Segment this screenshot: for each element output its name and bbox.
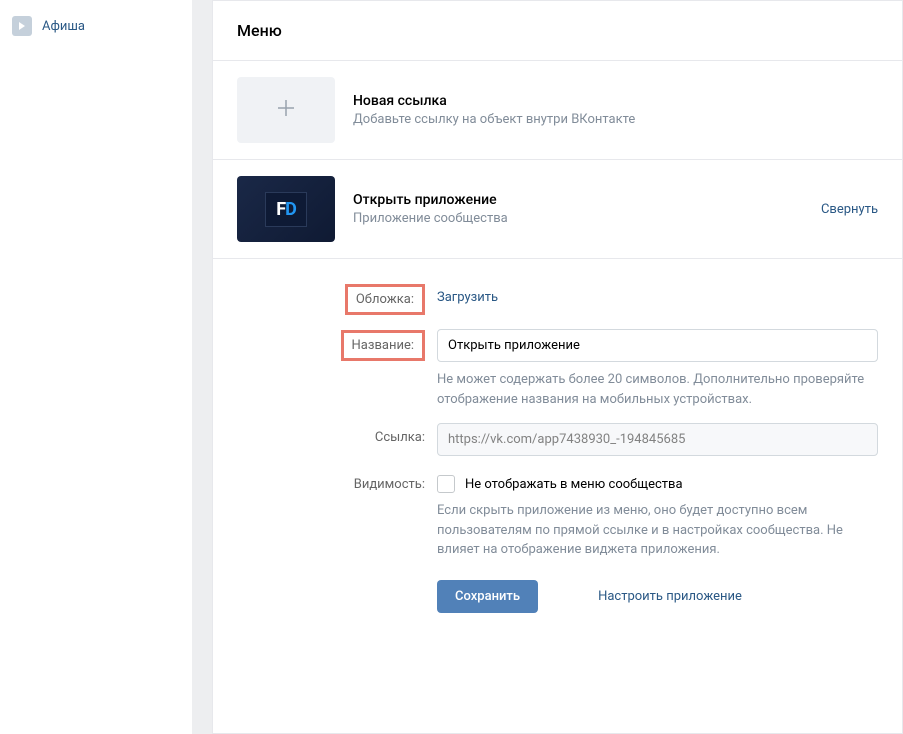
menu-item-subtitle: Приложение сообщества [353, 211, 788, 226]
form-row-visibility: Видимость: Не отображать в меню сообщест… [237, 470, 878, 560]
menu-item-subtitle: Добавьте ссылку на объект внутри ВКонтак… [353, 112, 878, 127]
cover-label: Обложка: [345, 284, 425, 315]
configure-app-link[interactable]: Настроить приложение [598, 589, 742, 604]
menu-item-app[interactable]: FD Открыть приложение Приложение сообщес… [213, 160, 902, 259]
link-label: Ссылка: [375, 430, 425, 445]
menu-item-title: Новая ссылка [353, 93, 878, 109]
sidebar: Афиша [0, 0, 192, 734]
panel-header: Меню [213, 1, 902, 61]
collapse-button[interactable]: Свернуть [806, 202, 878, 217]
app-thumbnail: FD [237, 176, 335, 242]
page-title: Меню [237, 21, 878, 40]
visibility-checkbox-label: Не отображать в меню сообщества [465, 477, 683, 492]
add-thumbnail [237, 77, 335, 143]
name-label: Название: [341, 330, 426, 361]
upload-cover-button[interactable]: Загрузить [437, 283, 498, 305]
sidebar-item-label: Афиша [42, 19, 85, 34]
play-icon [12, 16, 32, 36]
menu-item-text: Новая ссылка Добавьте ссылку на объект в… [353, 93, 878, 127]
visibility-help-text: Если скрыть приложение из меню, оно буде… [437, 501, 878, 560]
main-panel: Меню Новая ссылка Добавьте ссылку на объ… [212, 0, 903, 734]
form-row-name: Название: Не может содержать более 20 си… [237, 329, 878, 409]
form-section: Обложка: Загрузить Название: Не может со… [213, 259, 902, 637]
form-row-link: Ссылка: [237, 423, 878, 456]
visibility-checkbox[interactable] [437, 475, 455, 493]
save-button[interactable]: Сохранить [437, 580, 538, 613]
plus-icon [274, 96, 298, 124]
app-logo: FD [265, 192, 307, 227]
menu-item-text: Открыть приложение Приложение сообщества [353, 192, 788, 226]
action-row: Сохранить Настроить приложение [437, 580, 878, 613]
link-input [437, 423, 878, 456]
sidebar-item-afisha[interactable]: Афиша [12, 12, 192, 40]
visibility-label: Видимость: [354, 477, 425, 492]
form-row-cover: Обложка: Загрузить [237, 283, 878, 315]
name-input[interactable] [437, 329, 878, 362]
name-help-text: Не может содержать более 20 символов. До… [437, 370, 878, 409]
menu-item-title: Открыть приложение [353, 192, 788, 208]
menu-item-new-link[interactable]: Новая ссылка Добавьте ссылку на объект в… [213, 61, 902, 160]
